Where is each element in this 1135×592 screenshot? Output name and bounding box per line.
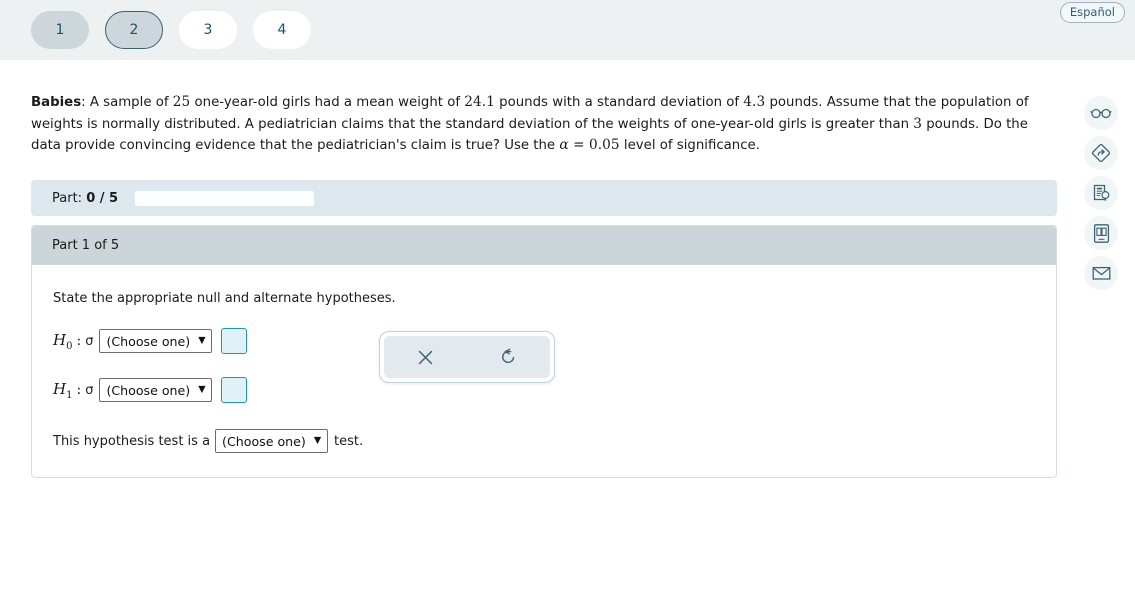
- question-seg-2: one-year-old girls had a mean weight of: [190, 95, 465, 110]
- ebook-icon: [1093, 223, 1109, 243]
- chevron-down-icon: ▼: [198, 335, 206, 347]
- alternate-hypothesis-colon: :: [76, 382, 82, 398]
- question-tab-2-label: 2: [129, 22, 139, 38]
- chevron-down-icon: ▼: [198, 384, 206, 396]
- question-alpha-value: 0.05: [589, 137, 620, 153]
- question-std-dev: 4.3: [743, 94, 766, 110]
- diamond-arrow-icon: [1091, 143, 1111, 163]
- null-hypothesis-operator-select[interactable]: (Choose one) ▼: [99, 329, 212, 353]
- rail-button-glasses[interactable]: [1084, 96, 1118, 130]
- test-type-text-after: test.: [334, 433, 364, 449]
- null-hypothesis-value-input[interactable]: [220, 328, 247, 354]
- part-panel-header: Part 1 of 5: [32, 226, 1056, 265]
- part-progress-separator: /: [95, 190, 110, 206]
- progress-track: [135, 190, 315, 206]
- test-type-row: This hypothesis test is a (Choose one) ▼…: [53, 429, 1036, 453]
- tools-rail: [1084, 96, 1118, 290]
- alternate-hypothesis-value-input[interactable]: [220, 377, 247, 403]
- part-progress-prefix: Part:: [52, 190, 87, 206]
- part-panel-header-label: Part 1 of 5: [52, 238, 120, 253]
- test-type-text-before: This hypothesis test is a: [53, 433, 211, 449]
- chevron-down-icon: ▼: [313, 435, 322, 447]
- question-tab-1[interactable]: 1: [31, 11, 89, 49]
- question-seg-3: pounds with a standard deviation of: [494, 95, 744, 110]
- hint-document-icon: [1093, 184, 1109, 201]
- null-hypothesis-parameter: σ: [85, 333, 94, 349]
- question-tab-4[interactable]: 4: [253, 11, 311, 49]
- glasses-icon: [1090, 108, 1112, 119]
- part-prompt-text: State the appropriate null and alternate…: [53, 291, 396, 306]
- question-alpha-equals: =: [568, 137, 589, 153]
- reset-answer-button[interactable]: [489, 336, 529, 378]
- answer-tools-popup: [379, 331, 555, 383]
- question-tab-2[interactable]: 2: [105, 11, 163, 49]
- undo-rotate-icon: [502, 348, 515, 364]
- rail-button-message[interactable]: [1084, 256, 1118, 290]
- question-tab-strip: 1 2 3 4: [31, 11, 311, 49]
- question-tab-4-label: 4: [277, 22, 287, 38]
- question-tab-3[interactable]: 3: [179, 11, 237, 49]
- alternate-hypothesis-parameter: σ: [85, 382, 94, 398]
- answer-tools-popup-inner: [384, 336, 550, 378]
- question-statement: Babies: A sample of 25 one-year-old girl…: [31, 92, 1052, 157]
- question-alpha-symbol: α: [559, 137, 569, 153]
- close-x-icon: [418, 350, 433, 364]
- rail-button-hint[interactable]: [1084, 176, 1118, 210]
- question-mean-weight: 24.1: [464, 94, 495, 110]
- alternate-hypothesis-operator-select[interactable]: (Choose one) ▼: [99, 378, 212, 402]
- rail-button-redirect[interactable]: [1084, 136, 1118, 170]
- top-header-band: 1 2 3 4: [0, 0, 1135, 60]
- part-progress-bar: Part: 0 / 5: [31, 180, 1057, 216]
- question-title: Babies: [31, 95, 82, 110]
- clear-answer-button[interactable]: [406, 336, 446, 378]
- null-hypothesis-operator-value: (Choose one): [106, 333, 191, 349]
- part-progress-completed: 0: [86, 190, 96, 206]
- null-hypothesis-colon: :: [76, 333, 82, 349]
- part-progress-label: Part: 0 / 5: [52, 191, 118, 206]
- mail-envelope-icon: [1092, 266, 1110, 280]
- question-seg-1: : A sample of: [81, 95, 173, 110]
- rail-button-ebook[interactable]: [1084, 216, 1118, 250]
- test-type-select[interactable]: (Choose one) ▼: [215, 429, 329, 453]
- test-type-select-value: (Choose one): [222, 433, 306, 449]
- language-toggle-label: Español: [1069, 5, 1115, 19]
- null-hypothesis-symbol: H0: [53, 330, 73, 352]
- question-seg-6: level of significance.: [619, 138, 760, 153]
- alternate-hypothesis-operator-value: (Choose one): [106, 382, 191, 398]
- question-tab-3-label: 3: [203, 22, 213, 38]
- part-progress-total: 5: [109, 190, 119, 206]
- question-claim-value: 3: [913, 115, 922, 132]
- question-sample-size: 25: [172, 94, 191, 110]
- alternate-hypothesis-symbol: H1: [53, 379, 73, 401]
- question-tab-1-label: 1: [55, 22, 65, 38]
- language-toggle-button[interactable]: Español: [1059, 2, 1125, 23]
